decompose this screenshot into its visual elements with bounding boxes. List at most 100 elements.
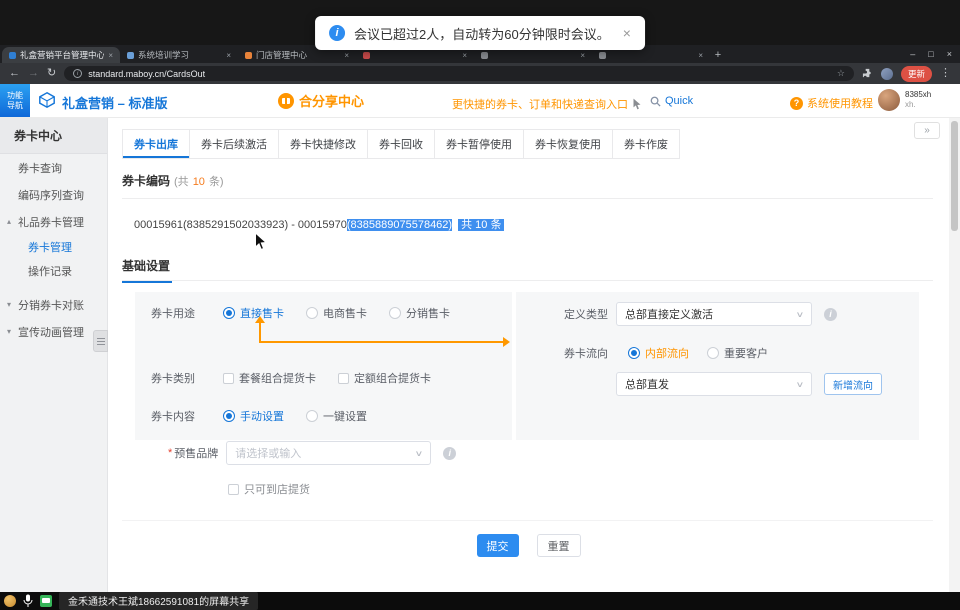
arrow-right-head — [503, 337, 510, 347]
sidebar-group-promo-animation[interactable]: ▾ 宣传动画管理 — [0, 318, 107, 345]
address-input[interactable]: i standard.maboy.cn/CardsOut ☆ — [64, 66, 854, 81]
sidebar-group-gift-card-management[interactable]: ▴ 礼品券卡管理 — [0, 208, 107, 235]
radio-important-customer[interactable]: 重要客户 — [707, 345, 768, 361]
code-selected-text: (8385889075578462) — [347, 219, 452, 231]
flow-select[interactable]: 总部直发 ∨ — [616, 372, 812, 396]
panel-collapse-button[interactable]: » — [914, 122, 940, 139]
tab-close-icon[interactable]: × — [108, 51, 113, 60]
quick-search[interactable]: Quick — [650, 95, 693, 107]
sidebar-item-operation-records[interactable]: 操作记录 — [0, 259, 107, 283]
divider — [122, 520, 933, 521]
radio-direct-sale[interactable]: 直接售卡 — [223, 305, 284, 321]
reload-icon[interactable]: ↻ — [47, 68, 56, 79]
sidebar-item-label: 宣传动画管理 — [18, 324, 84, 340]
scrollbar-thumb[interactable] — [951, 121, 958, 231]
browser-menu-icon[interactable]: ⋮ — [940, 68, 951, 79]
quick-entry-text: 更快捷的券卡、订单和快递查询入口 — [452, 96, 641, 112]
radio-manual-setup[interactable]: 手动设置 — [223, 408, 284, 424]
share-center-link[interactable]: 合分享中心 — [278, 91, 364, 110]
define-type-select[interactable]: 总部直接定义激活 ∨ — [616, 302, 812, 326]
workspace: 券卡中心 券卡查询 编码序列查询 ▴ 礼品券卡管理 券卡管理 操作记录 ▾ 分销… — [0, 118, 960, 592]
codes-count: 10 — [193, 176, 205, 188]
option-label: 只可到店提货 — [244, 481, 310, 497]
window-maximize-button[interactable]: □ — [928, 49, 933, 59]
checkbox-fixed-amount-combo-card[interactable]: 定额组合提货卡 — [338, 370, 431, 386]
meeting-toast: i 会议已超过2人，自动转为60分钟限时会议。 × — [315, 16, 645, 50]
tab-close-icon[interactable]: × — [226, 51, 231, 60]
quick-entry-label: 更快捷的券卡、订单和快递查询入口 — [452, 96, 628, 112]
bookmark-star-icon[interactable]: ☆ — [837, 68, 845, 79]
tab-close-icon[interactable]: × — [698, 51, 703, 60]
tab-restore-use[interactable]: 券卡恢复使用 — [524, 129, 613, 159]
tab-close-icon[interactable]: × — [462, 51, 467, 60]
radio-distribution-sale[interactable]: 分销售卡 — [389, 305, 450, 321]
checkbox-package-combo-card[interactable]: 套餐组合提货卡 — [223, 370, 316, 386]
presale-brand-help-icon[interactable]: i — [443, 447, 456, 460]
radio-internal-flow[interactable]: 内部流向 — [628, 345, 689, 361]
tab-pause-use[interactable]: 券卡暂停使用 — [435, 129, 524, 159]
update-button[interactable]: 更新 — [901, 66, 932, 82]
add-flow-button[interactable]: 新增流向 — [824, 373, 882, 395]
forward-icon[interactable]: → — [28, 68, 39, 79]
checkbox-icon — [338, 373, 349, 384]
toast-close-icon[interactable]: × — [623, 25, 631, 41]
hamburger-icon — [97, 338, 105, 345]
extensions-icon[interactable] — [862, 68, 873, 79]
favicon — [599, 52, 606, 59]
sidebar-collapse-toggle[interactable] — [93, 330, 108, 352]
checkbox-store-pickup-only[interactable]: 只可到店提货 — [228, 481, 310, 497]
caret-down-icon: ▾ — [7, 300, 11, 309]
back-icon[interactable]: ← — [9, 68, 20, 79]
sidebar-item-label: 编码序列查询 — [18, 187, 84, 203]
site-info-icon[interactable]: i — [73, 69, 82, 78]
define-type-help-icon[interactable]: i — [824, 308, 837, 321]
divider — [122, 280, 933, 281]
radio-one-click-setup[interactable]: 一键设置 — [306, 408, 367, 424]
browser-tab-title: 礼盒营销平台管理中心 — [20, 49, 104, 61]
option-label: 一键设置 — [323, 408, 367, 424]
submit-button[interactable]: 提交 — [477, 534, 519, 557]
radio-icon — [306, 410, 318, 422]
sidebar-item-card-query[interactable]: 券卡查询 — [0, 154, 107, 181]
quick-label: Quick — [665, 95, 693, 107]
radio-ecommerce-sale[interactable]: 电商售卡 — [306, 305, 367, 321]
sidebar-title: 券卡中心 — [0, 118, 107, 154]
microphone-icon[interactable] — [23, 594, 33, 608]
browser-tab-2[interactable]: 系统培训学习 × — [120, 47, 238, 63]
flow-label: 券卡流向 — [564, 345, 608, 361]
browser-profile-avatar[interactable] — [881, 68, 893, 80]
function-nav-button[interactable]: 功能 导航 — [0, 84, 30, 117]
sidebar-item-label: 分销券卡对账 — [18, 297, 84, 313]
browser-tab-1[interactable]: 礼盒营销平台管理中心 × — [2, 47, 120, 63]
reset-button[interactable]: 重置 — [537, 534, 581, 557]
tab-close-icon[interactable]: × — [580, 51, 585, 60]
user-chip[interactable]: 8385xh xh. — [878, 89, 931, 111]
arrow-vertical-line — [259, 323, 261, 341]
new-tab-button[interactable]: + — [710, 47, 726, 63]
screen-share-icon[interactable] — [40, 595, 52, 607]
option-label: 套餐组合提货卡 — [239, 370, 316, 386]
sidebar-group-distribution-reconciliation[interactable]: ▾ 分销券卡对账 — [0, 291, 107, 318]
brand-title: 礼盒营销 – 标准版 — [62, 93, 167, 112]
pointer-icon — [632, 98, 641, 110]
tab-recycle[interactable]: 券卡回收 — [368, 129, 435, 159]
tutorial-link[interactable]: ? 系统使用教程 — [790, 95, 873, 111]
sidebar-item-code-sequence-query[interactable]: 编码序列查询 — [0, 181, 107, 208]
window-close-button[interactable]: × — [947, 49, 952, 59]
user-avatar — [878, 89, 900, 111]
tab-close-icon[interactable]: × — [344, 51, 349, 60]
tab-quick-modify[interactable]: 券卡快捷修改 — [279, 129, 368, 159]
code-count-badge: 共 10 条 — [458, 219, 504, 231]
window-minimize-button[interactable]: – — [910, 49, 915, 59]
sidebar-item-card-management[interactable]: 券卡管理 — [0, 235, 107, 259]
presale-brand-select[interactable]: 请选择或输入 ∨ — [226, 441, 431, 465]
tab-followup-activation[interactable]: 券卡后续激活 — [190, 129, 279, 159]
store-only-row: 只可到店提货 — [228, 481, 332, 497]
sidebar-item-label: 操作记录 — [28, 263, 72, 279]
presale-brand-label: 预售品牌 — [174, 445, 218, 461]
screen-share-text: 金禾通技术王斌18662591081的屏幕共享 — [59, 592, 258, 610]
tab-cards-out[interactable]: 券卡出库 — [122, 129, 190, 159]
tab-void[interactable]: 券卡作废 — [613, 129, 680, 159]
user-name: 8385xh — [905, 90, 931, 100]
arrow-horizontal-line — [259, 341, 503, 343]
